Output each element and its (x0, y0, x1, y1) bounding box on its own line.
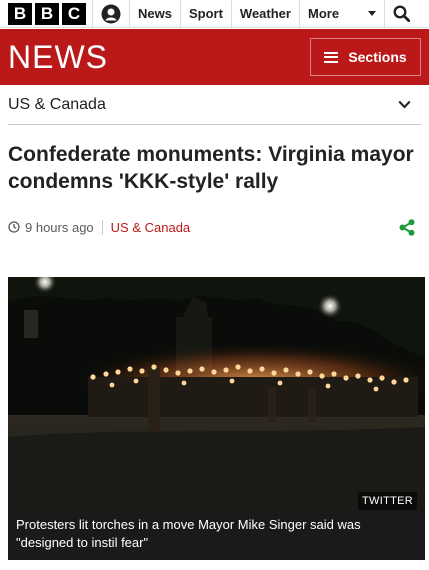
image-credit: TWITTER (358, 492, 417, 510)
bbc-logo-letter: B (35, 2, 59, 25)
share-icon[interactable] (399, 218, 415, 236)
article-headline: Confederate monuments: Virginia mayor co… (8, 143, 414, 193)
section-label: US & Canada (8, 95, 106, 113)
more-menu-button[interactable]: More (300, 0, 384, 27)
bbc-logo[interactable]: B B C (0, 0, 92, 27)
menu-icon (324, 51, 339, 63)
account-icon (101, 4, 121, 23)
clock-icon (8, 221, 20, 233)
image-caption: Protesters lit torches in a move Mayor M… (8, 510, 425, 560)
sections-button[interactable]: Sections (310, 38, 421, 76)
article-section-link[interactable]: US & Canada (111, 220, 191, 235)
article-timestamp: 9 hours ago (25, 219, 94, 235)
nav-link-news[interactable]: News (130, 0, 180, 27)
bbc-logo-letter: C (62, 2, 86, 25)
sections-label: Sections (348, 49, 407, 65)
nav-link-weather[interactable]: Weather (232, 0, 299, 27)
search-button[interactable] (385, 0, 419, 27)
divider (101, 219, 103, 235)
caret-down-icon (367, 11, 376, 16)
search-icon (393, 5, 411, 22)
top-navigation: B B C News Sport Weather More (0, 0, 429, 28)
nav-link-sport[interactable]: Sport (181, 0, 231, 27)
news-banner: NEWS Sections (0, 29, 429, 85)
article-image: TWITTER (8, 277, 425, 510)
torch-rally-photo (8, 277, 425, 510)
news-logo[interactable]: NEWS (0, 39, 108, 76)
chevron-down-icon (398, 100, 411, 109)
more-label: More (307, 6, 340, 21)
account-button[interactable] (93, 0, 129, 27)
section-dropdown[interactable]: US & Canada (8, 85, 421, 125)
article-meta: 9 hours ago US & Canada (8, 216, 421, 238)
bbc-logo-letter: B (8, 2, 32, 25)
